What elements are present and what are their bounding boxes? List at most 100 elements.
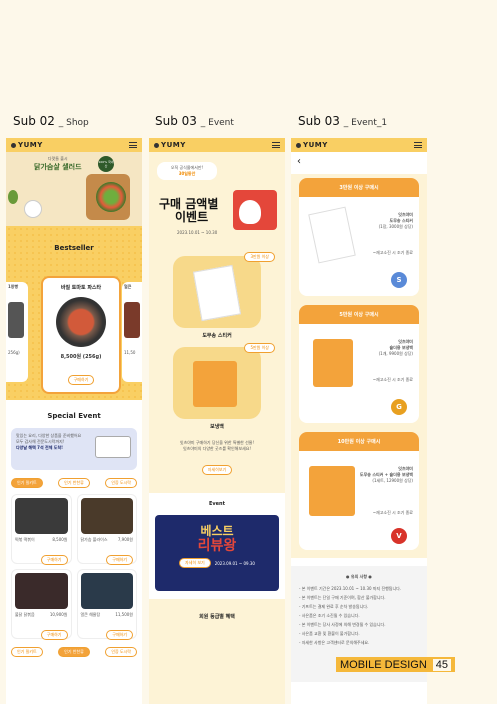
logo-face-icon	[296, 142, 301, 148]
product-image	[80, 498, 133, 534]
brand-logo[interactable]: YUMY	[296, 141, 328, 149]
hero-badge: 100% 국내산	[98, 156, 114, 172]
side-product-name: 1창빵	[8, 284, 19, 289]
category-tabs-bottom: 인기 밀키트 인기 반찬류 인증 도시락	[11, 647, 137, 657]
product-card[interactable]: 닭가슴 볼라이스 7,900원 구매하기	[76, 494, 137, 565]
card-name: 떡볶 떡볶이	[15, 537, 35, 542]
app-header: YUMY	[6, 138, 142, 152]
tab-popular-sidedish[interactable]: 인기 반찬류	[58, 478, 90, 488]
special-event-section: Special Event 맛있는 요리, 다양한 상품을 준비했어요 모두 감…	[6, 400, 142, 661]
product-card[interactable]: 얼큰 해물탕 11,500원 구매하기	[76, 569, 137, 640]
hamburger-menu-icon[interactable]	[414, 142, 422, 148]
event-date: 2023.10.01 ~ 10.30	[177, 230, 218, 235]
card-buy-button[interactable]: 구매하기	[40, 555, 68, 565]
speech-bubble: 오직 공식몰에서만! 30일동안	[157, 162, 217, 180]
side-product-price: 11,50	[124, 350, 136, 355]
tier-card[interactable]: 5만원 이상 구매시 잇츠야미 숄더용 보냉백 (1개, 9900원 상당) ~…	[299, 305, 419, 423]
tab-certified-lunchbox[interactable]: 인증 도시락	[105, 647, 137, 657]
tab-popular-mealkit[interactable]: 인기 밀키트	[11, 647, 43, 657]
tab-certified-lunchbox[interactable]: 인증 도시락	[105, 478, 137, 488]
gift-name: 보냉백	[210, 424, 224, 430]
shop-screen: YUMY 다맛들 출시 닭가슴살 샐러드 100% 국내산 Bestseller…	[6, 138, 142, 704]
chevron-left-icon[interactable]: ‹	[291, 152, 427, 174]
shop-hero-banner[interactable]: 다맛들 출시 닭가슴살 샐러드 100% 국내산	[6, 152, 142, 226]
hamburger-menu-icon[interactable]	[129, 142, 137, 148]
tier-header: 5만원 이상 구매시	[299, 305, 419, 324]
tier-list: 3만원 이상 구매시 잇츠야미 도무송 스티커 (1장, 3000원 상당) ~…	[291, 174, 427, 558]
special-event-title: Special Event	[47, 412, 101, 420]
hamburger-menu-icon[interactable]	[272, 142, 280, 148]
side-product-image	[8, 302, 24, 338]
hero-title: 닭가슴살 샐러드	[34, 163, 82, 171]
more-button[interactable]: 자세히보기	[201, 465, 233, 475]
chicken-mascot-image	[24, 200, 42, 218]
product-grid: 떡볶 떡볶이 8,500원 구매하기 닭가슴 볼라이스 7,900원 구매하기 불닭…	[11, 494, 137, 640]
brand-logo[interactable]: YUMY	[154, 141, 186, 149]
salad-bowl-image	[96, 182, 126, 212]
card-price: 8,500원	[52, 537, 68, 542]
avocado-image	[8, 190, 18, 204]
side-product-name: 얼큰	[124, 284, 132, 289]
product-name: 바질 토마토 파스타	[60, 285, 102, 291]
event-screen: YUMY 오직 공식몰에서만! 30일동안 구매 금액별 이벤트 2023.10…	[149, 138, 285, 704]
tab-popular-sidedish[interactable]: 인기 반찬류	[58, 647, 90, 657]
notice-line: - 본 이벤트는 단일 구매 기준이며, 합산 불가합니다.	[299, 595, 386, 600]
card-price: 10,900원	[49, 612, 68, 617]
special-event-banner[interactable]: 맛있는 요리, 다양한 상품을 준비했어요 모두 감사해 전문도시락까지! 다양…	[11, 428, 137, 470]
card-buy-button[interactable]: 구매하기	[106, 555, 133, 565]
logo-face-icon	[154, 142, 159, 148]
card-price: 7,900원	[117, 537, 133, 542]
notice-line: - 기프트는 결제 완료 후 순차 발송됩니다.	[299, 604, 369, 609]
product-card[interactable]: 떡볶 떡볶이 8,500원 구매하기	[11, 494, 72, 565]
notice-line: - 사은품 교환 및 환불이 불가합니다.	[299, 631, 360, 636]
member-benefit-section: 회원 등급별 혜택	[149, 599, 285, 620]
tier-badge-icon: V	[391, 528, 407, 544]
gift-price: (1개, 9900원 상당)	[378, 351, 413, 356]
product-price: 8,500원 (256g)	[60, 354, 102, 360]
gift-card-sticker[interactable]: 3만원 이상	[173, 252, 275, 328]
tier-badge: 5만원 이상	[244, 343, 275, 353]
card-name: 얼큰 해물탕	[80, 612, 101, 617]
banner-button[interactable]: 자세히 보기	[179, 558, 211, 568]
gift-note: ~재고소진 시 조기 종료	[372, 250, 413, 255]
delivery-truck-icon	[95, 436, 131, 458]
notice-line: - 본 이벤트 기간은 2023.10.01 ~ 10.30 까지 진행됩니다.	[299, 586, 402, 591]
tab-popular-mealkit[interactable]: 인기 밀키트	[11, 478, 43, 488]
tier-card[interactable]: 10만원 이상 구매시 잇츠야미 도무송 스티커 + 숄더용 보냉백 (1세트,…	[299, 432, 419, 550]
ghost-mascot-image	[239, 200, 261, 224]
side-product-left[interactable]: 1창빵 256g)	[6, 282, 28, 382]
card-name: 닭가슴 볼라이스	[80, 537, 108, 542]
product-card[interactable]: 불닭 닭볶음 10,900원 구매하기	[11, 569, 72, 640]
product-image	[15, 498, 68, 534]
side-product-right[interactable]: 얼큰 11,50	[122, 282, 142, 382]
buy-button[interactable]: 구매하기	[67, 375, 95, 385]
gift-price: (1세트, 12900원 상당)	[372, 478, 413, 483]
event-title: 구매 금액별 이벤트	[159, 198, 218, 224]
gift-card-bag[interactable]: 5만원 이상	[173, 343, 275, 419]
tier-header: 10만원 이상 구매시	[299, 432, 419, 451]
card-buy-button[interactable]: 구매하기	[40, 630, 68, 640]
title-line: 이벤트	[175, 210, 209, 224]
banner-date: 2023.09.01 ~ 09.30	[214, 560, 255, 566]
notice-line: - 자세한 사항은 고객센터로 문의해주세요.	[299, 640, 370, 645]
tier-header: 3만원 이상 구매시	[299, 178, 419, 197]
gift-note: ~재고소진 시 조기 종료	[372, 377, 413, 382]
sticker-sheet-image	[308, 206, 356, 264]
best-review-banner[interactable]: 베스트 리뷰왕 자세히 보기 2023.09.01 ~ 09.30	[155, 515, 279, 591]
card-price: 11,500원	[115, 612, 133, 617]
event-section-title: Event	[208, 501, 225, 507]
card-buy-button[interactable]: 구매하기	[106, 630, 133, 640]
event-detail-screen: YUMY ‹ 3만원 이상 구매시 잇츠야미 도무송 스티커 (1장, 3000…	[291, 138, 427, 704]
brand-logo[interactable]: YUMY	[11, 141, 43, 149]
logo-face-icon	[11, 142, 16, 148]
sticker-sheet-image	[192, 264, 242, 322]
page-footer-label: MOBILE DESIGN 45	[336, 657, 456, 672]
cooler-bag-image	[313, 339, 353, 387]
footer-title: MOBILE DESIGN	[340, 658, 427, 671]
side-product-image	[124, 302, 140, 338]
tier-card[interactable]: 3만원 이상 구매시 잇츠야미 도무송 스티커 (1장, 3000원 상당) ~…	[299, 178, 419, 296]
featured-product-card[interactable]: 바질 토마토 파스타 8,500원 (256g) 구매하기	[41, 276, 121, 394]
product-image	[15, 573, 68, 609]
gift-price: (1장, 3000원 상당)	[378, 224, 413, 229]
pasta-tray-image	[56, 297, 106, 347]
